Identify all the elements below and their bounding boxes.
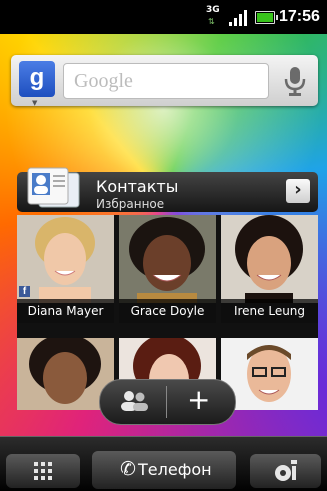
dock: ✆ Телефон bbox=[0, 436, 327, 491]
personalize-icon bbox=[275, 460, 297, 481]
google-logo-button[interactable]: g bbox=[19, 61, 55, 97]
search-source-dropdown-icon[interactable]: ▼ bbox=[32, 99, 37, 107]
phone-label: Телефон bbox=[138, 460, 212, 479]
home-screen: 3G ⇅ 17:56 g ▼ Google Контакты Избранное… bbox=[0, 0, 327, 491]
contact-photo bbox=[119, 215, 216, 303]
groups-icon[interactable] bbox=[118, 389, 150, 413]
favorite-contact[interactable]: Grace Doyle bbox=[119, 215, 216, 323]
google-search-widget[interactable]: g ▼ Google bbox=[11, 55, 318, 107]
battery-icon bbox=[255, 11, 278, 24]
clock: 17:56 bbox=[279, 8, 320, 25]
contacts-widget: Контакты Избранное › f Diana Mayer Grace… bbox=[13, 165, 320, 410]
phone-button[interactable]: ✆ Телефон bbox=[92, 451, 236, 489]
microphone-icon[interactable] bbox=[280, 65, 310, 97]
signal-strength-icon bbox=[229, 8, 249, 26]
contact-name: Irene Leung bbox=[221, 299, 318, 323]
search-placeholder: Google bbox=[74, 70, 133, 92]
add-contact-icon[interactable]: + bbox=[187, 384, 210, 416]
contact-name: Diana Mayer bbox=[17, 299, 114, 323]
favorite-contact[interactable]: f Diana Mayer bbox=[17, 215, 114, 323]
favorite-contact[interactable]: Irene Leung bbox=[221, 215, 318, 323]
facebook-icon: f bbox=[19, 286, 30, 297]
all-apps-button[interactable] bbox=[6, 454, 80, 488]
contact-name: Grace Doyle bbox=[119, 299, 216, 323]
personalize-button[interactable] bbox=[250, 454, 321, 488]
contact-photo bbox=[221, 215, 318, 303]
status-bar: 3G ⇅ 17:56 bbox=[0, 0, 327, 34]
contacts-subtitle: Избранное bbox=[96, 197, 165, 211]
contacts-widget-header[interactable]: Контакты Избранное › bbox=[17, 167, 318, 212]
contacts-card-icon bbox=[27, 167, 80, 208]
contacts-title: Контакты bbox=[96, 177, 179, 196]
data-activity-icon: ⇅ bbox=[208, 17, 215, 26]
contact-photo bbox=[17, 215, 114, 303]
network-type: 3G bbox=[206, 5, 220, 15]
pill-divider bbox=[166, 386, 167, 418]
phone-handset-icon: ✆ bbox=[120, 458, 136, 480]
contacts-action-pill: + bbox=[99, 379, 236, 425]
chevron-right-icon[interactable]: › bbox=[286, 179, 310, 203]
apps-grid-icon bbox=[34, 462, 52, 480]
search-input[interactable]: Google bbox=[63, 63, 269, 99]
